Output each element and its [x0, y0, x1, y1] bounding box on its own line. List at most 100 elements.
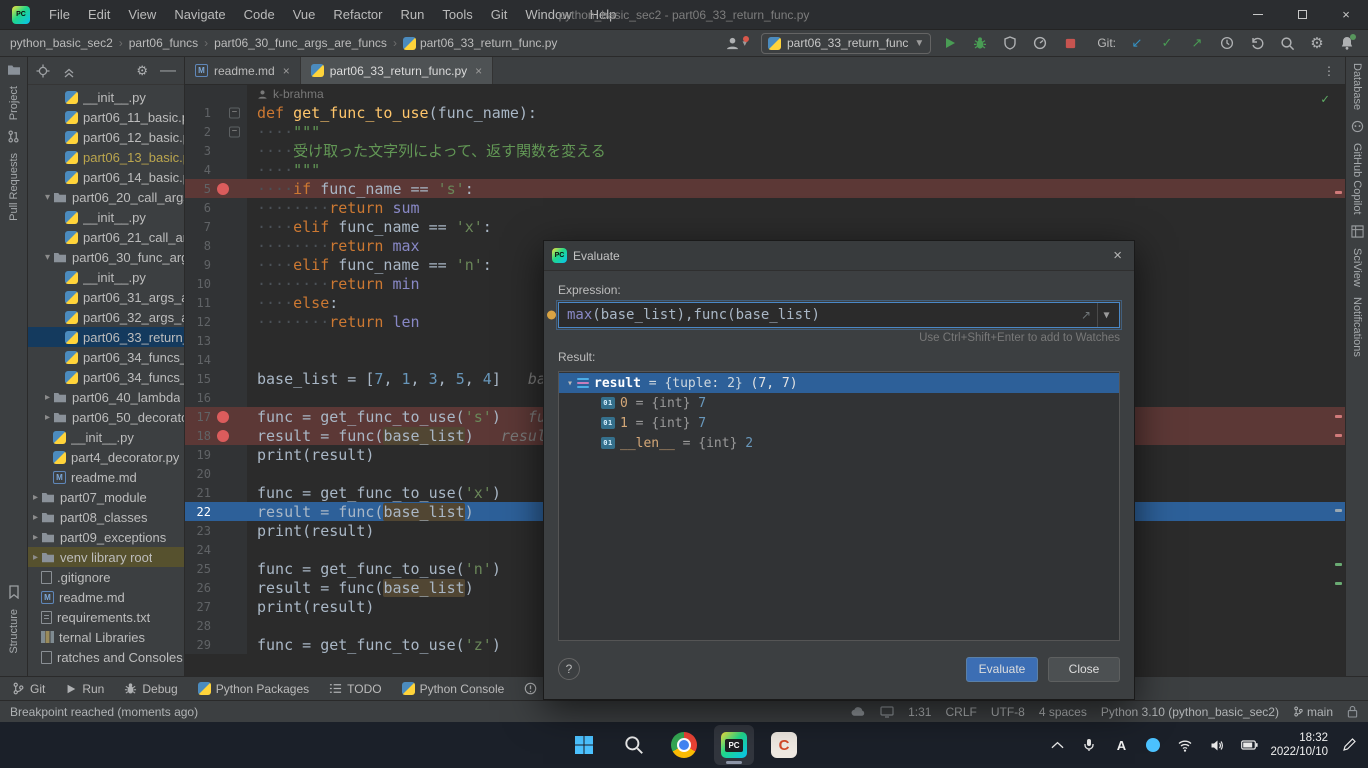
- menu-vue[interactable]: Vue: [284, 0, 325, 30]
- git-branch[interactable]: main: [1293, 705, 1333, 719]
- tool-button-database[interactable]: Database: [1351, 63, 1363, 110]
- menu-tools[interactable]: Tools: [433, 0, 481, 30]
- touch-keyboard-button[interactable]: [1338, 730, 1360, 760]
- code-line-4[interactable]: 4····""": [185, 160, 1345, 179]
- line-separator[interactable]: CRLF: [945, 705, 976, 719]
- taskbar-chrome-button[interactable]: [664, 725, 704, 765]
- tool-button-structure[interactable]: Structure: [8, 609, 20, 654]
- tray-mic-button[interactable]: [1078, 730, 1100, 760]
- menu-run[interactable]: Run: [392, 0, 434, 30]
- result-tree-row[interactable]: 011 = {int} 7: [559, 413, 1119, 433]
- expression-input[interactable]: max(base_list),func(base_list) ↗ ▼: [558, 302, 1120, 328]
- expression-dropdown-button[interactable]: ▼: [1097, 303, 1115, 327]
- tree-item[interactable]: part06_34_funcs_in_fun: [28, 347, 184, 367]
- close-button[interactable]: ×: [1324, 0, 1368, 30]
- chevron-down-icon[interactable]: ▾: [563, 378, 577, 389]
- search-everywhere-button[interactable]: [1276, 32, 1298, 54]
- code-line-1[interactable]: 1−def get_func_to_use(func_name):: [185, 103, 1345, 122]
- settings-button[interactable]: ⚙: [1306, 32, 1328, 54]
- tree-item[interactable]: part06_14_basic.py: [28, 167, 184, 187]
- locate-file-icon[interactable]: [36, 64, 50, 78]
- menu-edit[interactable]: Edit: [79, 0, 119, 30]
- chevron-right-icon[interactable]: ▸: [30, 532, 41, 543]
- maximize-button[interactable]: [1280, 0, 1324, 30]
- code-line-7[interactable]: 7····elif func_name == 'x':: [185, 217, 1345, 236]
- help-button[interactable]: ?: [558, 658, 580, 680]
- git-update-button[interactable]: ↙: [1126, 32, 1148, 54]
- menu-code[interactable]: Code: [235, 0, 284, 30]
- stop-button[interactable]: [1059, 32, 1081, 54]
- taskbar-clock[interactable]: 18:32 2022/10/10: [1270, 731, 1328, 759]
- breadcrumb-item[interactable]: part06_30_func_args_are_funcs: [214, 36, 387, 50]
- git-commit-button[interactable]: ✓: [1156, 32, 1178, 54]
- dialog-close-button[interactable]: ×: [1101, 247, 1134, 264]
- chevron-right-icon[interactable]: ▸: [30, 552, 41, 563]
- caret-position[interactable]: 1:31: [908, 705, 931, 719]
- editor-tab[interactable]: part06_33_return_func.py×: [301, 57, 493, 84]
- file-encoding[interactable]: UTF-8: [991, 705, 1025, 719]
- tab-close-icon[interactable]: ×: [475, 64, 482, 78]
- editor-tab[interactable]: Mreadme.md×: [185, 57, 301, 84]
- tree-item[interactable]: __init__.py: [28, 87, 184, 107]
- tree-item[interactable]: .gitignore: [28, 567, 184, 587]
- git-push-button[interactable]: ↗: [1186, 32, 1208, 54]
- tree-item[interactable]: ▾part06_20_call_args_kwargs: [28, 187, 184, 207]
- breakpoint-icon[interactable]: [217, 411, 229, 423]
- code-line-6[interactable]: 6········return sum: [185, 198, 1345, 217]
- tree-item[interactable]: part06_12_basic.py: [28, 127, 184, 147]
- tool-window-button-python-console[interactable]: Python Console: [402, 682, 505, 696]
- chevron-right-icon[interactable]: ▸: [42, 392, 53, 403]
- panel-settings-button[interactable]: ⚙: [136, 63, 148, 79]
- tree-item[interactable]: part4_decorator.py: [28, 447, 184, 467]
- tool-button-pull-requests[interactable]: Pull Requests: [8, 153, 20, 221]
- tree-item[interactable]: part06_34_funcs_in_fun: [28, 367, 184, 387]
- dialog-close-button-text[interactable]: Close: [1048, 657, 1120, 682]
- account-button[interactable]: ▾: [725, 36, 747, 51]
- history-button[interactable]: [1216, 32, 1238, 54]
- start-button[interactable]: [564, 725, 604, 765]
- hide-panel-button[interactable]: —: [160, 62, 176, 80]
- code-line-3[interactable]: 3····受け取った文字列によって、返す関数を変える: [185, 141, 1345, 160]
- result-tree-row[interactable]: 010 = {int} 7: [559, 393, 1119, 413]
- breadcrumb-item[interactable]: part06_33_return_func.py: [420, 36, 557, 50]
- tool-button-notifications[interactable]: Notifications: [1351, 297, 1363, 357]
- breakpoint-icon[interactable]: [217, 183, 229, 195]
- chevron-right-icon[interactable]: ▸: [30, 512, 41, 523]
- tray-bluetooth-button[interactable]: [1142, 730, 1164, 760]
- menu-file[interactable]: File: [40, 0, 79, 30]
- expand-editor-icon[interactable]: ↗: [1075, 308, 1097, 322]
- tool-window-button-git[interactable]: Git: [12, 682, 45, 696]
- code-line-2[interactable]: 2−····""": [185, 122, 1345, 141]
- tray-overflow-button[interactable]: [1046, 730, 1068, 760]
- bookmark-icon[interactable]: [8, 585, 20, 599]
- menu-refactor[interactable]: Refactor: [324, 0, 391, 30]
- tree-item[interactable]: part06_33_return_func.p: [28, 327, 184, 347]
- lock-icon[interactable]: [1347, 705, 1358, 718]
- tree-item[interactable]: ▸part06_40_lambda: [28, 387, 184, 407]
- result-tree-row[interactable]: ▾result = {tuple: 2} (7, 7): [559, 373, 1119, 393]
- tool-button-sciview[interactable]: SciView: [1351, 248, 1363, 287]
- fold-icon[interactable]: −: [229, 126, 240, 137]
- rollback-button[interactable]: [1246, 32, 1268, 54]
- inspections-ok-icon[interactable]: ✓: [1321, 92, 1329, 107]
- menu-navigate[interactable]: Navigate: [165, 0, 234, 30]
- tool-window-button-python-packages[interactable]: Python Packages: [198, 682, 309, 696]
- collapse-all-icon[interactable]: [62, 64, 76, 78]
- tree-item[interactable]: __init__.py: [28, 267, 184, 287]
- tree-item[interactable]: __init__.py: [28, 207, 184, 227]
- result-tree-row[interactable]: 01__len__ = {int} 2: [559, 433, 1119, 453]
- taskbar-search-button[interactable]: [614, 725, 654, 765]
- code-line-5[interactable]: 5····if func_name == 's':: [185, 179, 1345, 198]
- tab-close-icon[interactable]: ×: [283, 64, 290, 78]
- evaluate-button[interactable]: Evaluate: [966, 657, 1038, 682]
- monitor-icon[interactable]: [880, 706, 894, 718]
- volume-button[interactable]: [1206, 730, 1228, 760]
- tree-item[interactable]: requirements.txt: [28, 607, 184, 627]
- battery-button[interactable]: [1238, 730, 1260, 760]
- tree-item[interactable]: ▸part08_classes: [28, 507, 184, 527]
- result-tree[interactable]: ▾result = {tuple: 2} (7, 7)010 = {int} 7…: [558, 371, 1120, 641]
- tree-item[interactable]: ▸part09_exceptions: [28, 527, 184, 547]
- tool-button-github-copilot[interactable]: GitHub Copilot: [1351, 143, 1363, 215]
- coverage-button[interactable]: [999, 32, 1021, 54]
- taskbar-c-app-button[interactable]: C: [764, 725, 804, 765]
